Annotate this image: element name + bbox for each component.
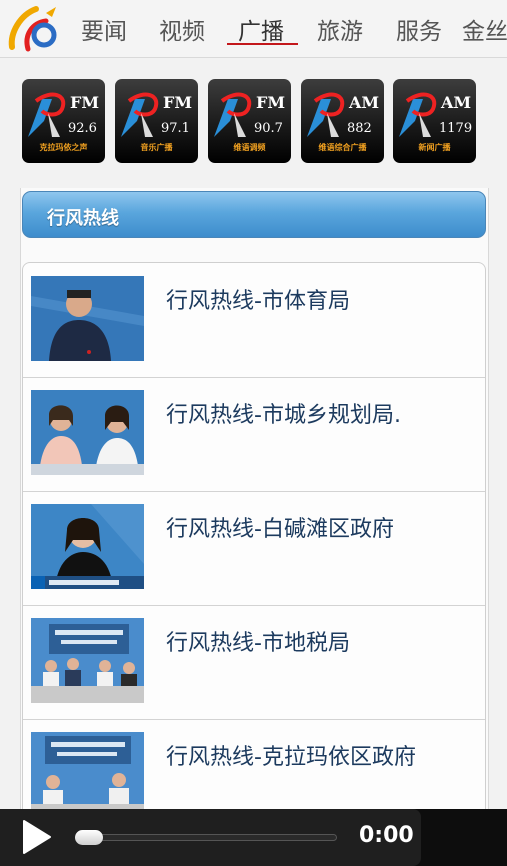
section-title: 行风热线: [47, 208, 119, 229]
active-tab-indicator: [227, 43, 298, 45]
program-list: 行风热线-市体育局 行风热线-市城乡规划局. 行风热线-白碱滩区政府 行风热线-…: [22, 262, 486, 822]
station-tile[interactable]: AM 1179 新闻广播: [393, 79, 476, 163]
nav-tab-video[interactable]: 视频: [159, 12, 205, 46]
list-item[interactable]: 行风热线-白碱滩区政府: [23, 491, 485, 606]
station-frequency: 882: [347, 121, 372, 136]
station-tile[interactable]: FM 97.1 音乐广播: [115, 79, 198, 163]
station-name: 新闻广播: [418, 143, 451, 152]
item-title: 行风热线-市地税局: [166, 631, 350, 656]
item-title: 行风热线-克拉玛依区政府: [166, 745, 416, 770]
station-frequency: 1179: [439, 121, 473, 136]
station-name: 音乐广播: [140, 143, 173, 152]
station-band: AM: [349, 93, 380, 112]
player-controls: 0:00: [0, 809, 421, 866]
station-name: 克拉玛依之声: [39, 143, 88, 152]
nav-tab-travel[interactable]: 旅游: [317, 12, 363, 46]
nav-tab-radio[interactable]: 广播: [238, 12, 284, 46]
play-icon[interactable]: [20, 818, 54, 856]
station-frequency: 90.7: [254, 121, 283, 136]
station-band: FM: [256, 93, 286, 112]
top-nav: 要闻 视频 广播 旅游 服务 金丝: [0, 0, 507, 58]
station-band: FM: [163, 93, 193, 112]
list-item[interactable]: 行风热线-克拉玛依区政府: [23, 719, 485, 821]
list-item[interactable]: 行风热线-市体育局: [23, 263, 485, 378]
item-title: 行风热线-市体育局: [166, 289, 350, 314]
station-name: 维语调频: [233, 143, 266, 152]
woman-studio-thumbnail: [31, 504, 144, 589]
station-frequency: 97.1: [161, 121, 190, 136]
app-logo-icon: [8, 6, 57, 52]
audio-player: 0:00: [0, 809, 507, 866]
list-item[interactable]: 行风热线-市城乡规划局.: [23, 377, 485, 492]
man-in-dark-shirt-thumbnail: [31, 276, 144, 361]
app-screen: 要闻 视频 广播 旅游 服务 金丝 FM 92.6 克拉玛依之声 FM 97.1…: [0, 0, 507, 866]
item-title: 行风热线-白碱滩区政府: [166, 517, 394, 542]
progress-slider[interactable]: [78, 834, 337, 841]
station-name: 维语综合广播: [318, 143, 367, 152]
section-header[interactable]: 行风热线: [22, 191, 486, 238]
panel-desk-thumbnail: [31, 732, 144, 817]
two-women-studio-thumbnail: [31, 390, 144, 475]
station-band: FM: [70, 93, 100, 112]
progress-knob[interactable]: [75, 830, 103, 845]
panel-desk-thumbnail: [31, 618, 144, 703]
item-title: 行风热线-市城乡规划局.: [166, 403, 401, 428]
list-item[interactable]: 行风热线-市地税局: [23, 605, 485, 720]
nav-tab-news[interactable]: 要闻: [81, 12, 127, 46]
station-tile[interactable]: AM 882 维语综合广播: [301, 79, 384, 163]
station-tile[interactable]: FM 90.7 维语调频: [208, 79, 291, 163]
nav-tab-service[interactable]: 服务: [396, 12, 442, 46]
playback-time: 0:00: [359, 823, 414, 848]
station-frequency: 92.6: [68, 121, 97, 136]
station-tile[interactable]: FM 92.6 克拉玛依之声: [22, 79, 105, 163]
station-band: AM: [441, 93, 472, 112]
nav-tab-jinsi[interactable]: 金丝: [462, 12, 507, 46]
